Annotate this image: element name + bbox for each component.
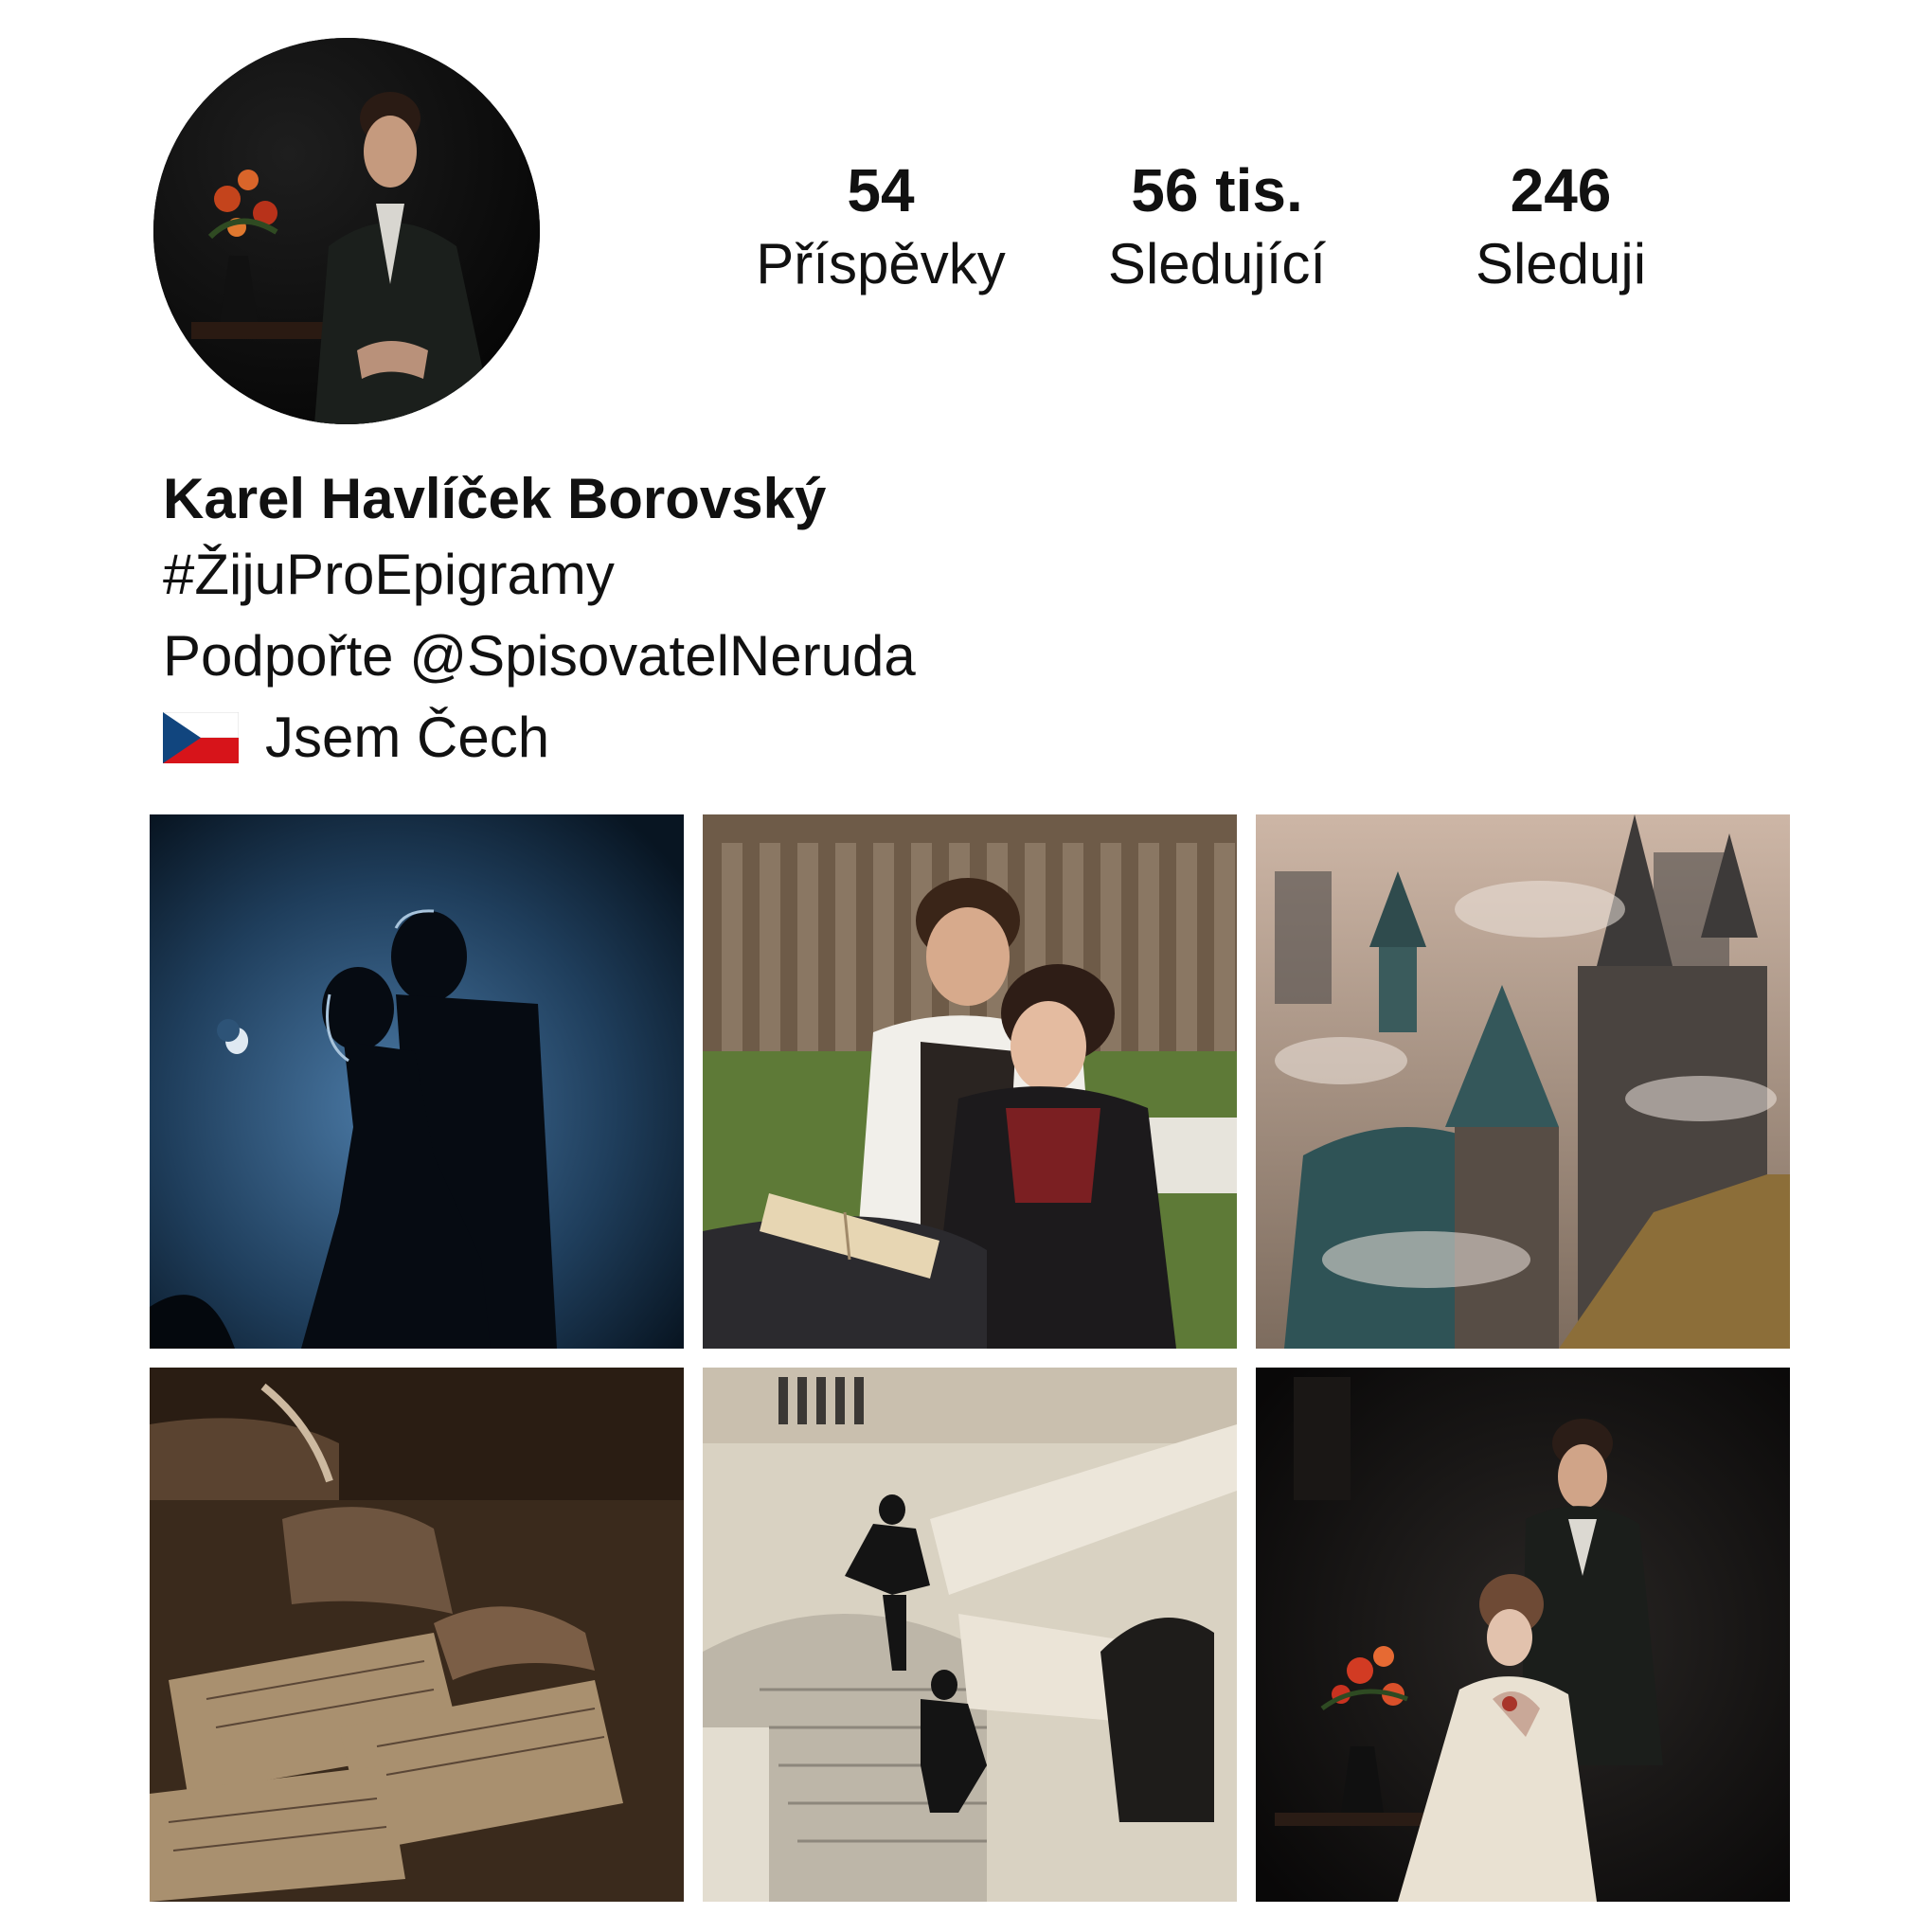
czech-flag-icon <box>163 712 239 763</box>
following-label: Sleduji <box>1475 232 1647 295</box>
following-count: 246 <box>1510 156 1612 224</box>
post-tile-portrait-couple[interactable] <box>1256 1368 1790 1902</box>
post-tile-reading-couple[interactable] <box>703 814 1237 1349</box>
followers-count: 56 tis. <box>1131 156 1303 224</box>
bio-support-prefix: Podpořte <box>163 624 394 688</box>
stat-followers[interactable]: 56 tis. Sledující <box>1056 153 1378 301</box>
bio-nationality: Jsem Čech <box>265 706 550 769</box>
post-tile-quill-writing[interactable] <box>150 1368 684 1902</box>
post-tile-prague-towers[interactable] <box>1256 814 1790 1349</box>
profile-avatar[interactable] <box>153 38 540 424</box>
posts-label: Příspěvky <box>756 232 1006 295</box>
followers-label: Sledující <box>1107 232 1327 295</box>
post-tile-staircase[interactable] <box>703 1368 1237 1902</box>
bio-nationality-line: Jsem Čech <box>163 697 916 778</box>
stat-following[interactable]: 246 Sleduji <box>1400 153 1722 301</box>
posts-count: 54 <box>847 156 915 224</box>
bio-hashtag: #ŽijuProEpigramy <box>163 543 615 606</box>
bio-support-line: Podpořte @SpisovatelNeruda <box>163 616 916 697</box>
profile-bio: Karel Havlíček Borovský #ŽijuProEpigramy… <box>163 464 916 778</box>
post-tile-moonlight-couple[interactable] <box>150 814 684 1349</box>
stat-posts[interactable]: 54 Příspěvky <box>720 153 1042 301</box>
bio-mention-link[interactable]: @SpisovatelNeruda <box>409 624 916 688</box>
profile-name: Karel Havlíček Borovský <box>163 467 827 530</box>
